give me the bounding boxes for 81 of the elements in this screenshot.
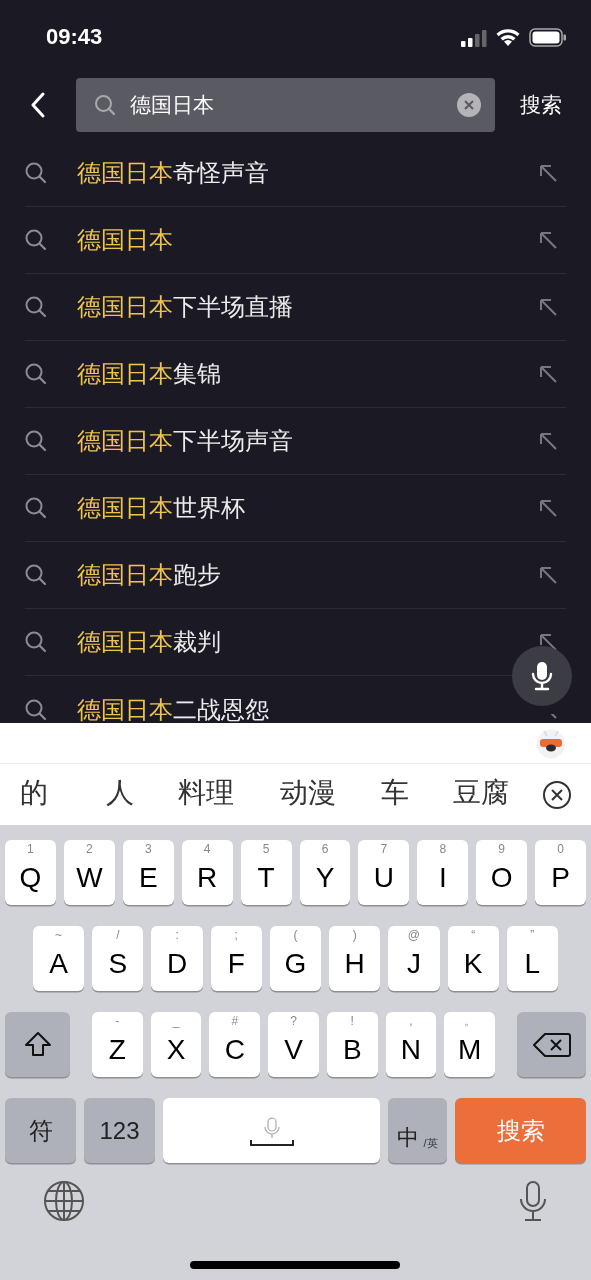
keyboard-key[interactable]: 1 Q (5, 840, 56, 905)
keyboard-key[interactable]: _ X (150, 1012, 202, 1077)
keyboard-key[interactable]: ~ A (33, 926, 85, 991)
close-candidates-icon[interactable] (542, 780, 572, 810)
keyboard-key[interactable]: 8 I (417, 840, 469, 905)
suggestion-item[interactable]: 德国日本奇怪声音 (77, 155, 538, 191)
keyboard-key[interactable]: 4 R (181, 840, 233, 905)
fill-arrow-icon[interactable] (538, 230, 558, 250)
shift-key[interactable] (5, 1012, 70, 1077)
keyboard-key[interactable]: 。 M (444, 1012, 496, 1077)
search-icon (25, 296, 47, 318)
keyboard-key[interactable]: 5 T (240, 840, 292, 905)
search-query: 德国日本 (130, 92, 215, 119)
keyboard-key[interactable]: ( G (269, 926, 322, 991)
wifi-icon (495, 28, 521, 47)
search-icon (25, 564, 47, 586)
search-icon (25, 497, 47, 519)
search-icon (25, 698, 47, 721)
keyboard-key[interactable]: 7 U (358, 840, 410, 905)
search-icon (25, 631, 47, 653)
microphone-icon[interactable] (518, 1180, 548, 1222)
language-key[interactable]: 中 /英 (388, 1098, 447, 1163)
suggestion-item[interactable]: 德国日本二战恩怨 (77, 691, 538, 723)
keyboard-key[interactable]: 9 O (476, 840, 528, 905)
keyboard-key[interactable]: 3 E (122, 840, 174, 905)
candidate-word[interactable]: 人 (106, 779, 134, 807)
keyboard-key[interactable]: 2 W (63, 840, 115, 905)
fill-arrow-icon[interactable] (538, 163, 558, 183)
fill-arrow-icon[interactable] (538, 297, 558, 317)
keyboard-key[interactable]: - Z (92, 1012, 143, 1077)
keyboard-key[interactable]: ; F (210, 926, 262, 991)
candidate-word[interactable]: 料理 (178, 779, 234, 807)
suggestion-item[interactable]: 德国日本 (77, 222, 538, 258)
keyboard-key[interactable]: “ K (447, 926, 499, 991)
backspace-icon (532, 1031, 571, 1058)
signal-icon (461, 28, 487, 47)
battery-icon (529, 28, 567, 47)
keyboard-key[interactable]: , N (385, 1012, 437, 1077)
clear-button[interactable] (457, 93, 481, 117)
search-field[interactable]: 德国日本 (76, 78, 495, 132)
keyboard-key[interactable]: : D (151, 926, 203, 991)
microphone-icon (531, 661, 553, 691)
globe-icon[interactable] (43, 1180, 85, 1222)
search-icon (25, 229, 47, 251)
keyboard-key[interactable]: ” L (506, 926, 558, 991)
search-icon (25, 162, 47, 184)
search-button[interactable]: 搜索 (520, 89, 562, 121)
keyboard-key[interactable]: 6 Y (299, 840, 351, 905)
suggestion-item[interactable]: 德国日本世界杯 (77, 490, 538, 526)
candidate-word[interactable]: 动漫 (280, 779, 336, 807)
fill-arrow-icon[interactable] (538, 565, 558, 585)
search-icon (94, 94, 116, 116)
clock-time: 09:43 (46, 23, 103, 51)
suggestion-item[interactable]: 德国日本下半场直播 (77, 289, 538, 325)
keyboard-key[interactable]: / S (92, 926, 144, 991)
search-icon (25, 430, 47, 452)
keyboard-key[interactable]: 符 (5, 1098, 76, 1163)
suggestion-item[interactable]: 德国日本裁判 (77, 624, 538, 660)
suggestion-item[interactable]: 德国日本跑步 (77, 557, 538, 593)
fill-arrow-icon[interactable] (538, 498, 558, 518)
keyboard-key[interactable]: @ J (388, 926, 440, 991)
candidate-word[interactable]: 豆腐 (453, 779, 509, 807)
fill-arrow-icon[interactable] (538, 632, 558, 652)
suggestion-item[interactable]: 德国日本下半场声音 (77, 423, 538, 459)
fill-arrow-icon[interactable] (538, 431, 558, 451)
keyboard-key[interactable]: 123 (84, 1098, 155, 1163)
close-icon (464, 100, 474, 110)
keyboard-key[interactable]: ) H (329, 926, 381, 991)
candidate-word[interactable]: 的 (20, 779, 48, 807)
mascot-icon[interactable] (536, 727, 566, 759)
keyboard-key[interactable]: 0 P (535, 840, 587, 905)
voice-search-button[interactable] (512, 646, 572, 706)
suggestion-item[interactable]: 德国日本集锦 (77, 356, 538, 392)
keyboard-key[interactable]: ! B (326, 1012, 378, 1077)
fill-arrow-icon[interactable] (538, 364, 558, 384)
keyboard-key[interactable]: # C (209, 1012, 261, 1077)
keyboard-key[interactable]: ? V (268, 1012, 319, 1077)
candidate-word[interactable]: 车 (381, 779, 409, 807)
back-icon (30, 92, 46, 118)
search-icon (25, 363, 47, 385)
backspace-key[interactable] (517, 1012, 587, 1077)
